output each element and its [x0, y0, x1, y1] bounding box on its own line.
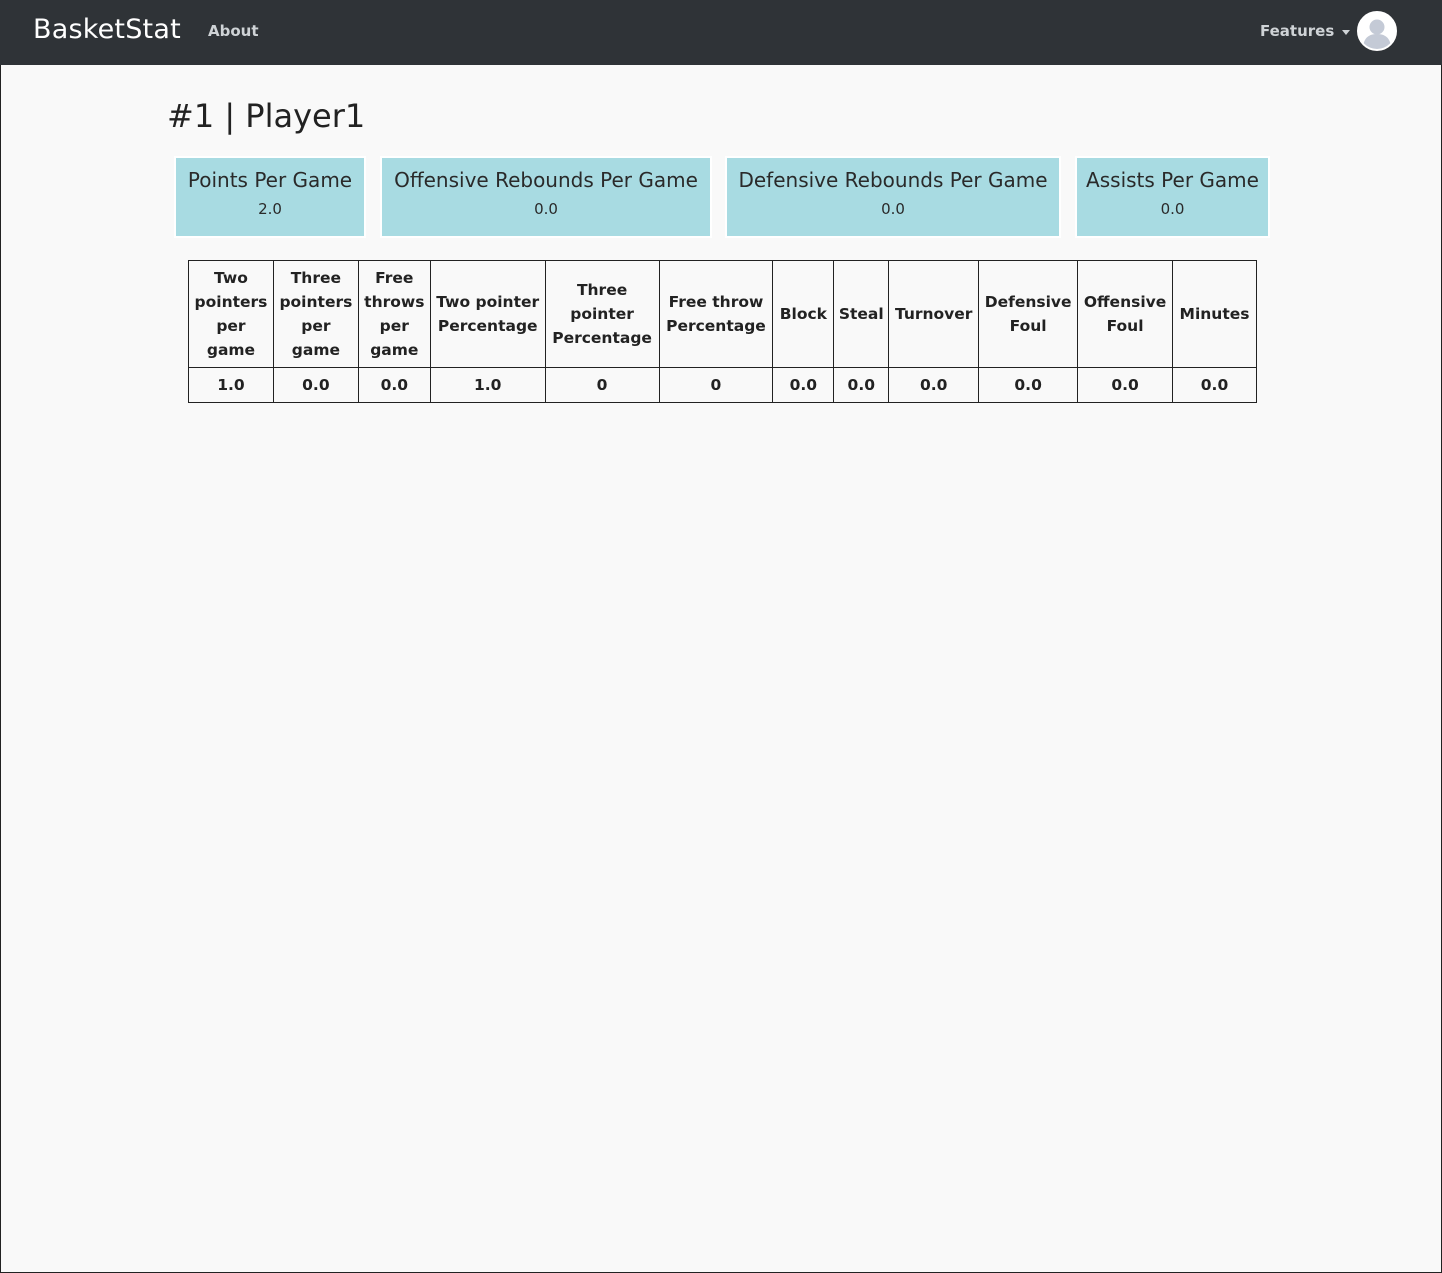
points-per-game-card: Points Per Game 2.0	[174, 156, 366, 238]
table-cell: 1.0	[188, 367, 274, 403]
table-row: 1.0 0.0 0.0 1.0 0 0 0.0 0.0 0.0 0.0 0.0 …	[188, 367, 1257, 403]
column-header: Free throws per game	[357, 260, 431, 368]
offensive-rebounds-card: Offensive Rebounds Per Game 0.0	[380, 156, 712, 238]
features-dropdown[interactable]: Features	[1260, 22, 1351, 40]
table-cell: 0	[658, 367, 774, 403]
table-cell: 0.0	[1077, 367, 1174, 403]
table-header-row: Two pointers per game Three pointers per…	[188, 260, 1257, 368]
card-title: Assists Per Game	[1086, 168, 1259, 192]
card-value: 2.0	[258, 200, 282, 218]
column-header: Three pointer Percentage	[544, 260, 660, 368]
table-cell: 1.0	[429, 367, 546, 403]
user-avatar[interactable]	[1357, 11, 1397, 51]
assists-per-game-card: Assists Per Game 0.0	[1075, 156, 1270, 238]
card-value: 0.0	[1160, 200, 1185, 218]
defensive-rebounds-card: Defensive Rebounds Per Game 0.0	[725, 156, 1061, 238]
column-header: Free throw Percentage	[658, 260, 774, 368]
column-header: Two pointer Percentage	[429, 260, 546, 368]
stats-table: Two pointers per game Three pointers per…	[188, 260, 1257, 403]
card-title: Points Per Game	[187, 168, 353, 192]
column-header: Minutes	[1172, 260, 1257, 368]
card-value: 0.0	[881, 200, 905, 218]
column-header: Offensive Foul	[1077, 260, 1174, 368]
table-cell: 0.0	[357, 367, 431, 403]
table-cell: 0.0	[1172, 367, 1257, 403]
column-header: Three pointers per game	[272, 260, 359, 368]
column-header: Steal	[833, 260, 890, 368]
table-cell: 0	[544, 367, 660, 403]
table-cell: 0.0	[978, 367, 1079, 403]
user-icon	[1359, 13, 1395, 49]
card-title: Offensive Rebounds Per Game	[394, 168, 698, 192]
caret-down-icon	[1342, 29, 1351, 35]
navbar: BasketStat About Features	[0, 0, 1442, 65]
table-cell: 0.0	[888, 367, 980, 403]
card-title: Defensive Rebounds Per Game	[738, 168, 1048, 192]
nav-about-link[interactable]: About	[208, 22, 259, 40]
table-cell: 0.0	[772, 367, 835, 403]
column-header: Two pointers per game	[188, 260, 274, 368]
card-value: 0.0	[534, 200, 558, 218]
brand-link[interactable]: BasketStat	[33, 14, 181, 45]
page-title: #1 | Player1	[167, 97, 366, 135]
table-cell: 0.0	[833, 367, 890, 403]
table-cell: 0.0	[272, 367, 359, 403]
column-header: Defensive Foul	[978, 260, 1079, 368]
features-label: Features	[1260, 22, 1335, 40]
column-header: Turnover	[888, 260, 980, 368]
column-header: Block	[772, 260, 835, 368]
